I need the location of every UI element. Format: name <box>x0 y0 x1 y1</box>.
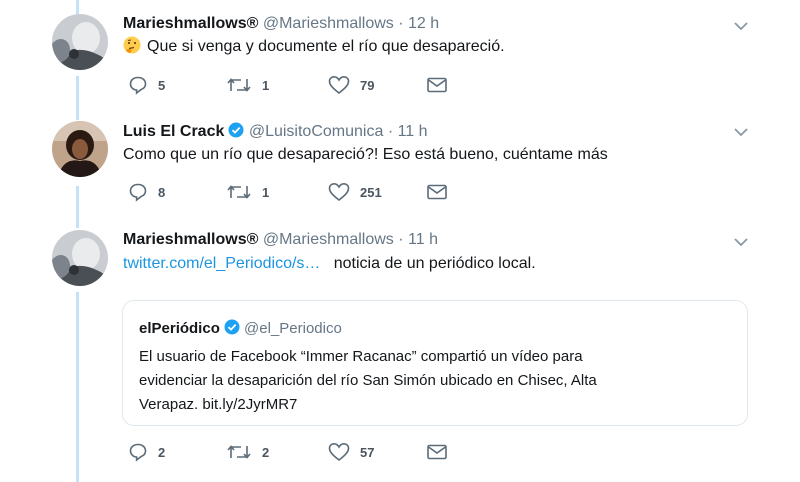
reply-count: 8 <box>158 184 166 200</box>
retweet-icon <box>227 445 251 459</box>
tweet-actions: 5 1 79 <box>128 75 458 95</box>
direct-message-button[interactable] <box>426 442 458 462</box>
reply-count: 5 <box>158 77 166 93</box>
heart-icon <box>328 75 350 95</box>
handle[interactable]: @LuisitoComunica <box>249 123 384 140</box>
reply-icon <box>129 183 147 202</box>
quoted-display-name[interactable]: elPeriódico <box>139 320 220 337</box>
heart-icon <box>328 182 350 202</box>
display-name[interactable]: Marieshmallows® <box>123 231 258 248</box>
like-button[interactable]: 251 <box>328 182 382 202</box>
retweet-button[interactable]: 1 <box>226 182 269 202</box>
envelope-icon <box>427 77 447 93</box>
avatar[interactable] <box>52 14 108 70</box>
tweet[interactable]: Luis El Crack @LuisitoComunica · 11 h Co… <box>0 110 800 220</box>
envelope-icon <box>427 444 447 460</box>
separator: · <box>398 15 404 32</box>
avatar[interactable] <box>52 230 108 286</box>
retweet-count: 2 <box>262 444 270 460</box>
tweet[interactable]: Marieshmallows® @Marieshmallows · 11 h t… <box>0 220 800 482</box>
timestamp[interactable]: 11 h <box>398 123 428 140</box>
chevron-down-icon[interactable] <box>733 124 749 140</box>
retweet-icon <box>227 185 251 199</box>
quoted-text-line: Verapaz. bit.ly/2JyrMR7 <box>139 396 298 413</box>
quoted-handle[interactable]: @el_Periodico <box>244 320 342 337</box>
retweet-icon <box>227 78 251 92</box>
tweet-header: Marieshmallows® @Marieshmallows · 11 h <box>123 230 438 250</box>
chevron-down-icon[interactable] <box>733 234 749 250</box>
tweet-text: Que si venga y documente el río que desa… <box>123 36 505 58</box>
retweet-count: 1 <box>262 184 270 200</box>
tweet-header: Marieshmallows® @Marieshmallows · 12 h <box>123 14 439 34</box>
handle[interactable]: @Marieshmallows <box>263 15 394 32</box>
quoted-text-line: evidenciar la desaparición del río San S… <box>139 372 597 389</box>
tweet-actions: 8 1 251 <box>128 182 458 202</box>
reply-button[interactable]: 2 <box>128 442 165 462</box>
quoted-tweet-card[interactable]: elPeriódico @el_Periodico El usuario de … <box>122 300 748 426</box>
handle[interactable]: @Marieshmallows <box>263 231 394 248</box>
display-name[interactable]: Marieshmallows® <box>123 15 258 32</box>
tweet-header: Luis El Crack @LuisitoComunica · 11 h <box>123 122 428 142</box>
tweet-text-content: noticia de un periódico local. <box>333 255 536 272</box>
timestamp[interactable]: 11 h <box>408 231 438 248</box>
quoted-tweet-header: elPeriódico @el_Periodico <box>139 319 342 337</box>
tweet-text: Como que un río que desapareció?! Eso es… <box>123 146 608 163</box>
reply-button[interactable]: 5 <box>128 75 165 95</box>
display-name[interactable]: Luis El Crack <box>123 123 224 140</box>
tweet-actions: 2 2 57 <box>128 442 458 462</box>
tweet-text: twitter.com/el_Periodico/s… noticia de u… <box>123 253 536 275</box>
heart-icon <box>328 442 350 462</box>
reply-icon <box>129 443 147 462</box>
timestamp[interactable]: 12 h <box>408 15 439 32</box>
like-count: 79 <box>360 77 375 93</box>
verified-badge-icon <box>228 122 244 138</box>
retweet-button[interactable]: 2 <box>226 442 269 462</box>
like-count: 251 <box>360 184 382 200</box>
retweet-button[interactable]: 1 <box>226 75 269 95</box>
direct-message-button[interactable] <box>426 182 458 202</box>
like-count: 57 <box>360 444 375 460</box>
tweet[interactable]: Marieshmallows® @Marieshmallows · 12 h Q… <box>0 0 800 110</box>
quoted-tweet-text: El usuario de Facebook “Immer Racanac” c… <box>139 345 729 417</box>
like-button[interactable]: 57 <box>328 442 374 462</box>
verified-badge-icon <box>224 319 240 335</box>
like-button[interactable]: 79 <box>328 75 374 95</box>
separator: · <box>398 231 404 248</box>
direct-message-button[interactable] <box>426 75 458 95</box>
thinking-face-emoji-icon <box>123 36 141 54</box>
reply-icon <box>129 76 147 95</box>
chevron-down-icon[interactable] <box>733 18 749 34</box>
tweet-text-content: Que si venga y documente el río que desa… <box>147 38 505 55</box>
retweet-count: 1 <box>262 77 270 93</box>
envelope-icon <box>427 184 447 200</box>
avatar[interactable] <box>52 121 108 177</box>
quoted-text-line: El usuario de Facebook “Immer Racanac” c… <box>139 348 583 365</box>
reply-count: 2 <box>158 444 166 460</box>
reply-button[interactable]: 8 <box>128 182 165 202</box>
tweet-link[interactable]: twitter.com/el_Periodico/s… <box>123 255 320 272</box>
separator: · <box>387 123 394 140</box>
